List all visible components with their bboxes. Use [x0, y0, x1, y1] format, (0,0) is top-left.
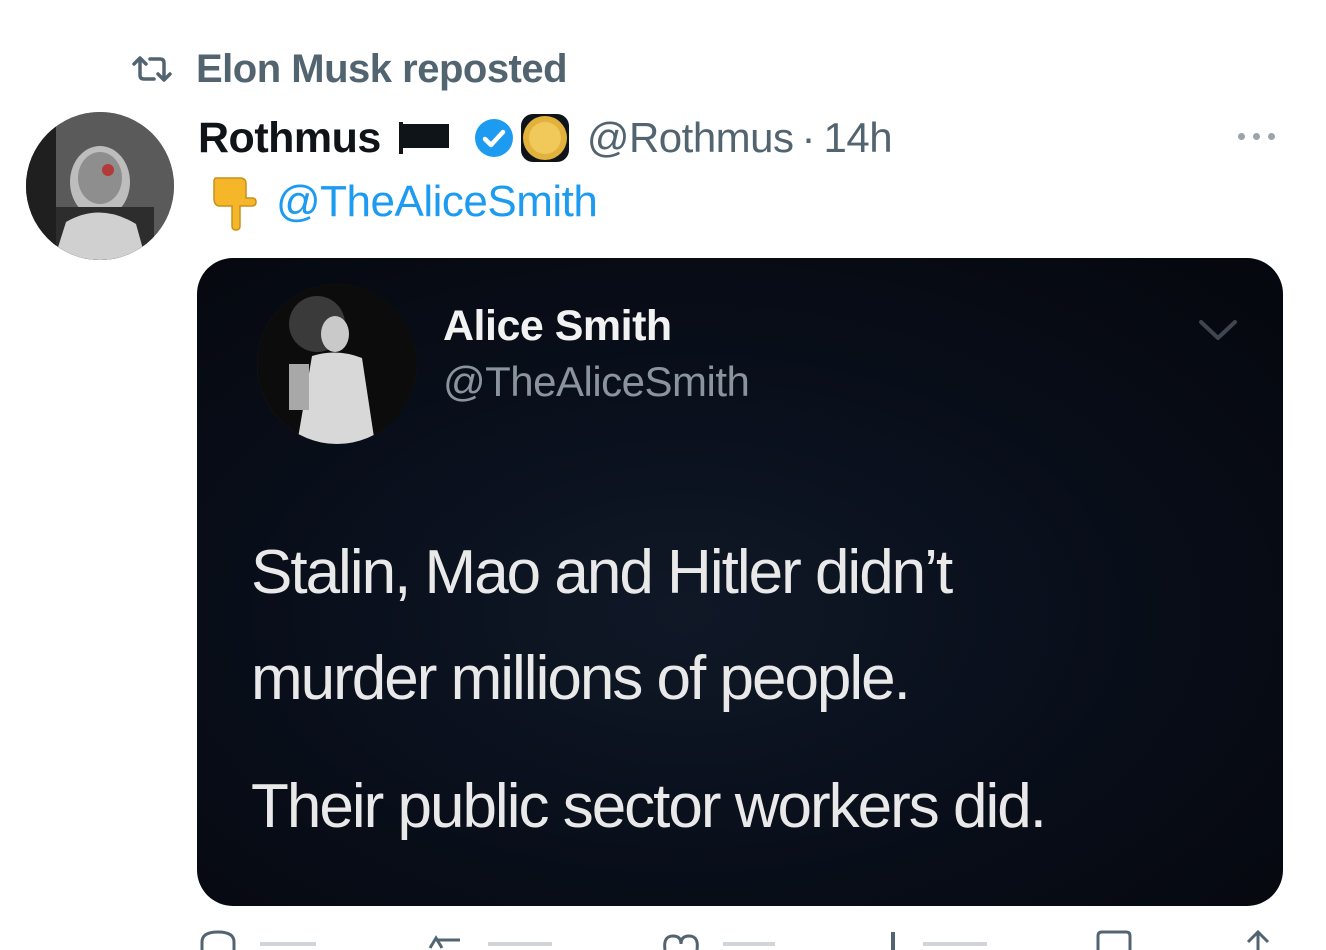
author-avatar[interactable] — [26, 112, 174, 260]
repost-button[interactable] — [424, 930, 556, 950]
repost-banner: Elon Musk reposted — [130, 44, 568, 94]
meta-separator: · — [801, 114, 816, 161]
black-flag-icon — [397, 118, 453, 158]
embedded-quote-text: Stalin, Mao and Hitler didn’t murder mil… — [251, 520, 1231, 860]
like-button[interactable] — [659, 930, 779, 950]
quote-line: Stalin, Mao and Hitler didn’t — [251, 538, 953, 607]
quote-line: Their public sector workers did. — [251, 772, 1047, 841]
bookmark-button[interactable] — [1094, 930, 1134, 950]
author-row: Rothmus @Rothmus · 14h — [198, 108, 893, 168]
author-handle[interactable]: @Rothmus — [587, 114, 794, 162]
quote-line: murder millions of people. — [251, 644, 911, 713]
inner-author-handle: @TheAliceSmith — [443, 358, 750, 405]
inner-author-name: Alice Smith — [443, 302, 672, 350]
pointing-down-hand-icon — [210, 172, 258, 232]
bookmark-icon — [1096, 930, 1132, 950]
repost-icon — [130, 53, 176, 85]
mention-link[interactable]: @TheAliceSmith — [276, 177, 598, 227]
inner-author-avatar — [257, 284, 417, 444]
gold-coin-icon — [517, 110, 573, 166]
verified-badge-icon[interactable] — [473, 117, 515, 159]
author-display-name[interactable]: Rothmus — [198, 114, 381, 163]
repost-banner-text[interactable]: Elon Musk reposted — [196, 47, 568, 92]
more-options-button[interactable] — [1226, 118, 1286, 154]
reply-button[interactable] — [198, 930, 320, 950]
share-icon — [1246, 930, 1270, 950]
post-body: @TheAliceSmith — [210, 170, 598, 234]
embedded-screenshot-image[interactable]: Alice Smith @TheAliceSmith Stalin, Mao a… — [197, 258, 1283, 906]
views-button[interactable] — [883, 930, 991, 950]
more-dot-icon — [1237, 132, 1245, 140]
post-time[interactable]: 14h — [824, 114, 893, 162]
reply-icon — [200, 930, 236, 950]
views-icon — [890, 932, 895, 950]
like-icon — [663, 934, 699, 950]
chevron-down-icon — [1199, 320, 1237, 340]
repost-icon — [428, 935, 460, 949]
more-dot-icon — [1252, 132, 1260, 140]
share-button[interactable] — [1238, 930, 1278, 950]
more-dot-icon — [1267, 132, 1275, 140]
action-bar — [198, 930, 1278, 950]
